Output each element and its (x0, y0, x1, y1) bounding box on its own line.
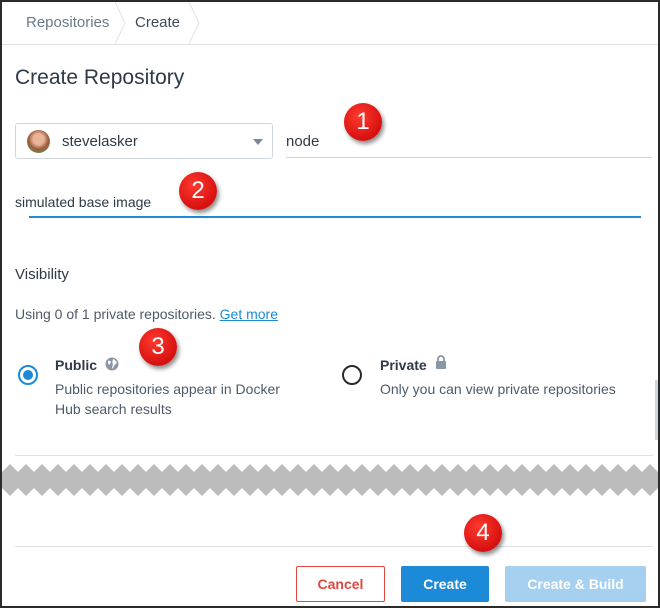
private-description: Only you can view private repositories (380, 381, 616, 397)
callout-3: 3 (139, 328, 177, 366)
create-button[interactable]: Create (401, 566, 489, 602)
usage-label: Using 0 of 1 private repositories. (15, 306, 216, 322)
public-radio[interactable] (18, 365, 38, 385)
breadcrumb-separator (114, 2, 126, 44)
public-label: Public (55, 357, 98, 373)
private-radio[interactable] (342, 365, 362, 385)
breadcrumb-separator (188, 2, 200, 44)
page-title: Create Repository (15, 66, 185, 89)
avatar (27, 130, 50, 153)
namespace-select[interactable]: stevelasker (15, 123, 273, 159)
scrollbar-edge (655, 380, 658, 440)
description-input[interactable] (15, 188, 641, 218)
window-frame: Repositories Create Create Repository st… (0, 0, 660, 608)
repository-name-input[interactable] (286, 126, 652, 158)
torn-edge-separator (2, 462, 658, 496)
create-and-build-button[interactable]: Create & Build (505, 566, 646, 602)
visibility-heading: Visibility (15, 266, 69, 283)
private-label: Private (380, 357, 427, 373)
globe-icon (105, 357, 119, 371)
private-usage-text: Using 0 of 1 private repositories. Get m… (15, 306, 278, 322)
chevron-down-icon (253, 139, 263, 145)
underline-gap (15, 216, 29, 218)
divider (15, 455, 653, 456)
callout-1: 1 (344, 103, 382, 141)
namespace-value: stevelasker (62, 133, 138, 150)
breadcrumb-create: Create (135, 14, 181, 31)
cancel-button[interactable]: Cancel (296, 566, 385, 602)
callout-2: 2 (179, 172, 217, 210)
get-more-link[interactable]: Get more (220, 306, 278, 322)
lock-icon (436, 355, 446, 369)
breadcrumb-repositories[interactable]: Repositories (26, 14, 109, 31)
public-description: Public repositories appear in Docker Hub… (55, 381, 280, 417)
breadcrumb: Repositories Create (2, 2, 658, 45)
divider (15, 546, 653, 547)
callout-4: 4 (464, 514, 502, 552)
